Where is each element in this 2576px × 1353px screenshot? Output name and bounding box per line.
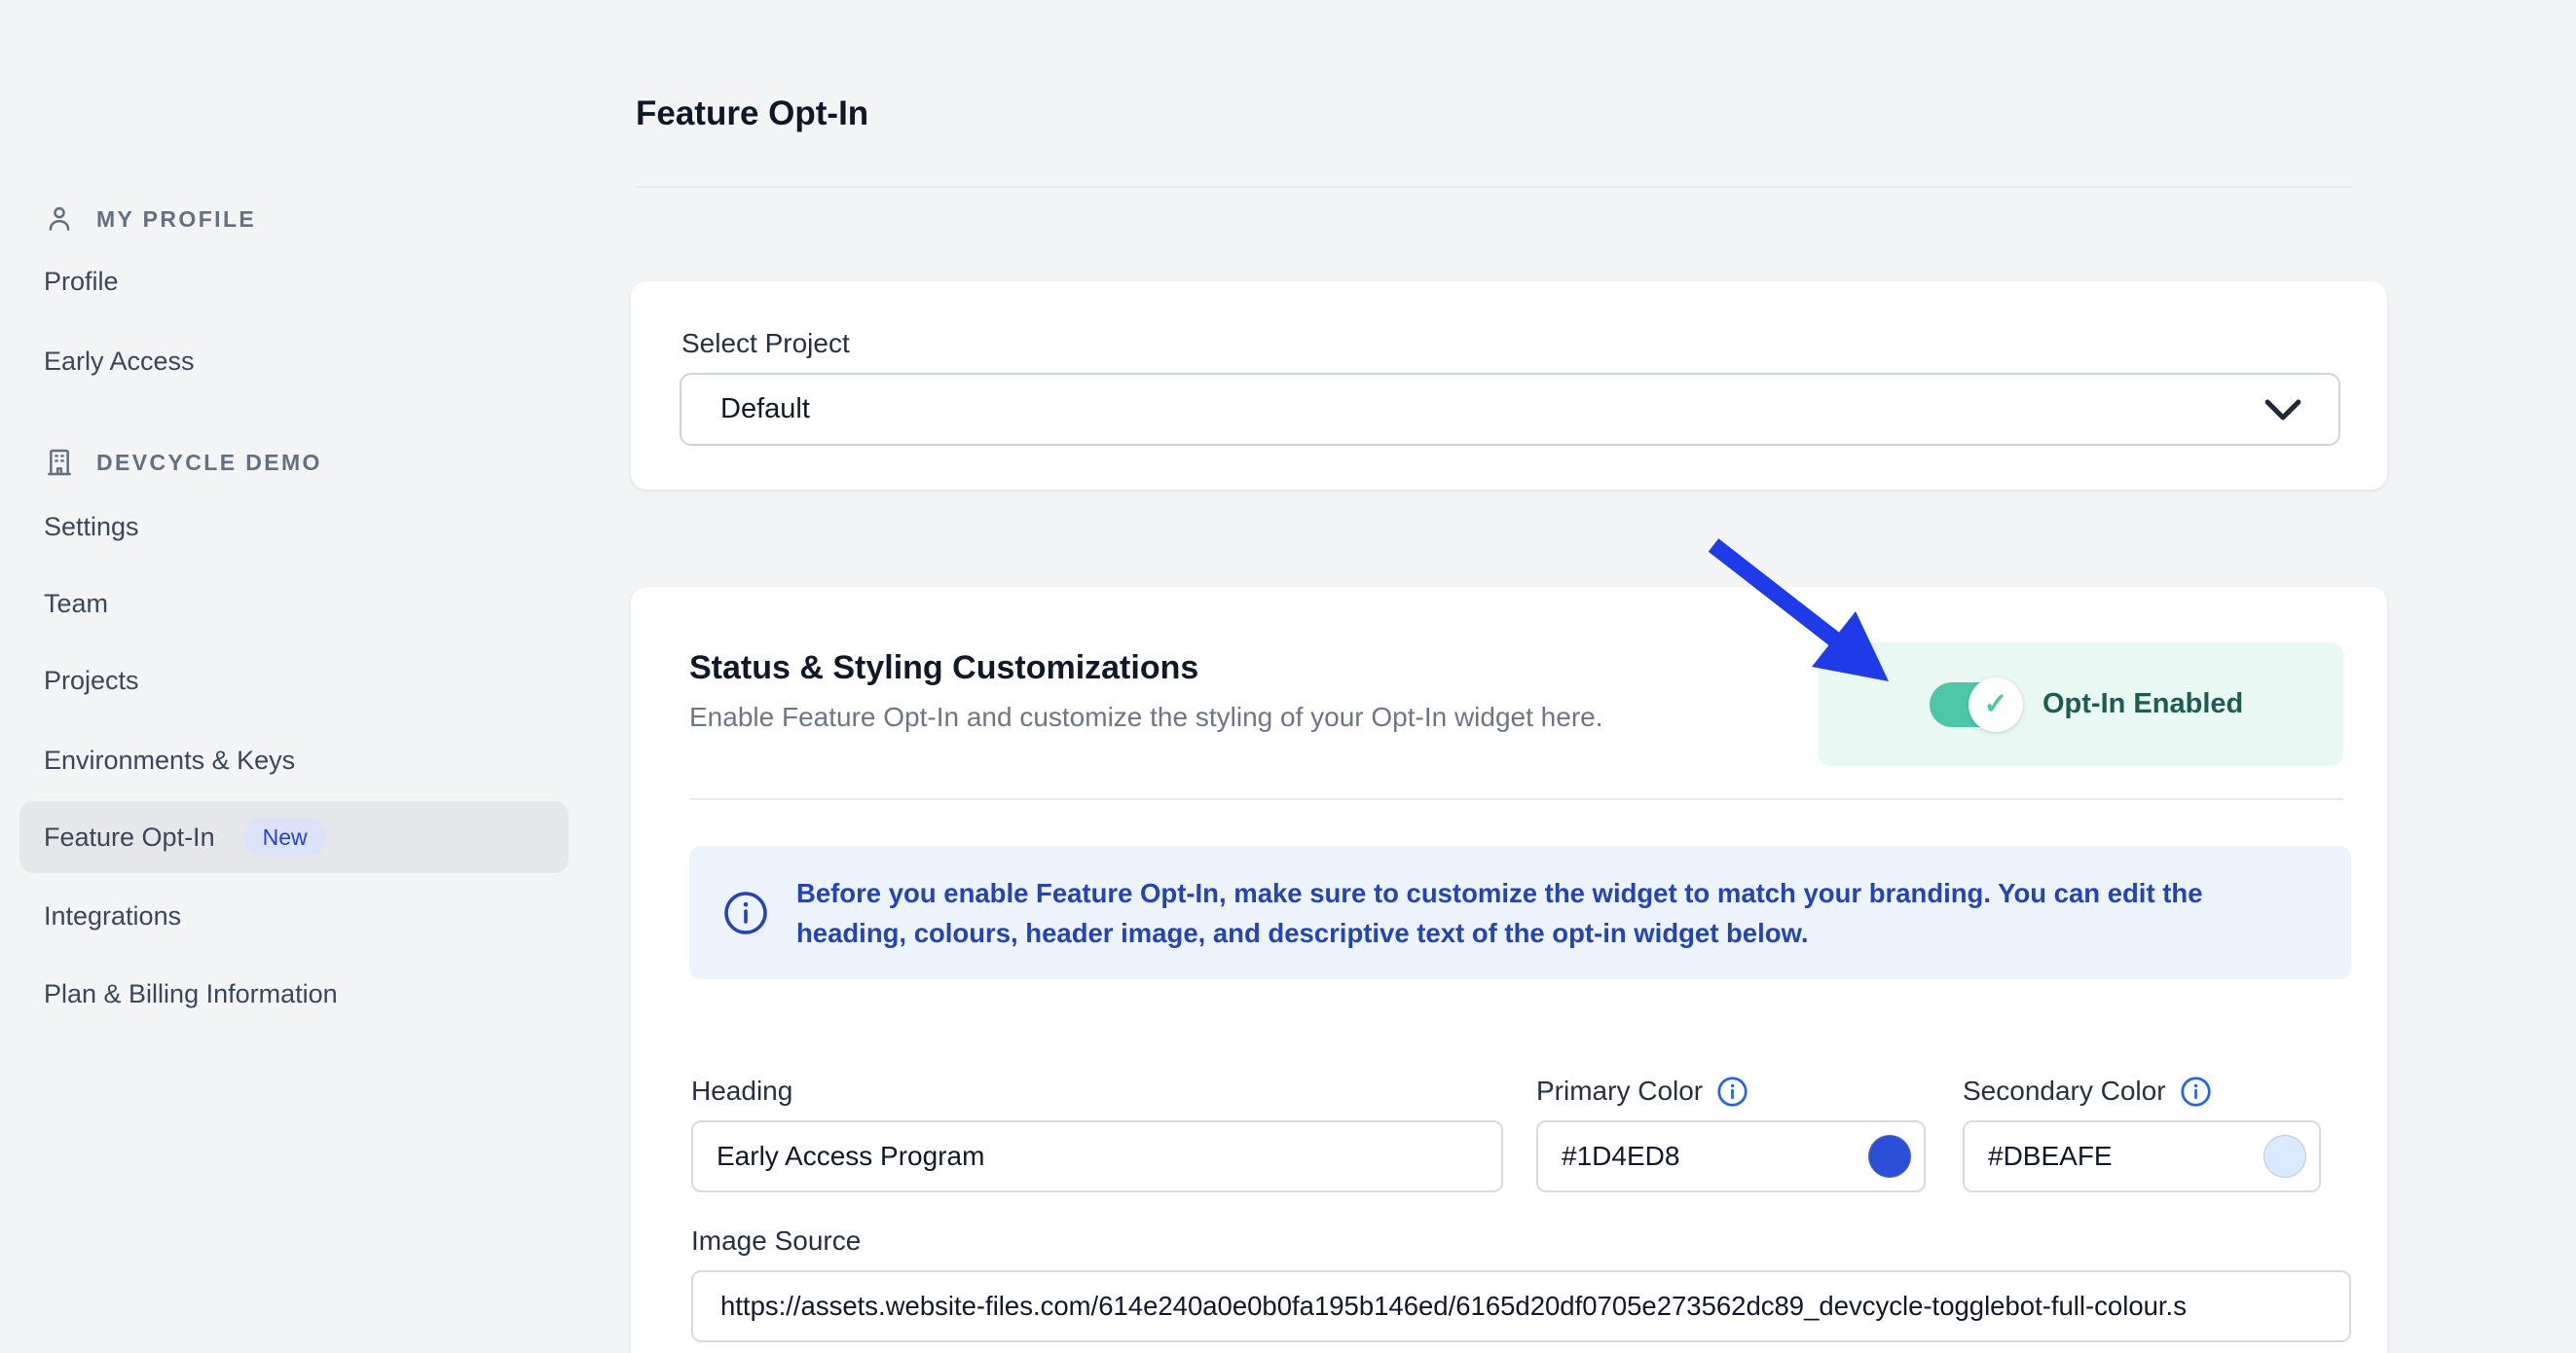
sidebar-item-integrations[interactable]: Integrations <box>19 880 569 952</box>
info-banner-text: Before you enable Feature Opt-In, make s… <box>796 873 2203 953</box>
sidebar-item-label: Settings <box>44 512 139 542</box>
page-title: Feature Opt-In <box>636 94 868 133</box>
sidebar-section-my-profile: MY PROFILE <box>19 183 569 255</box>
sidebar-item-label: Early Access <box>44 347 195 377</box>
status-section-title: Status & Styling Customizations <box>689 649 1198 687</box>
sidebar-item-plan-billing[interactable]: Plan & Billing Information <box>19 958 569 1030</box>
project-select[interactable]: Default <box>680 373 2340 446</box>
info-icon <box>722 890 769 936</box>
sidebar-item-early-access[interactable]: Early Access <box>19 325 569 397</box>
secondary-color-label: Secondary Color <box>1963 1076 2166 1107</box>
sidebar-item-label: Profile <box>44 267 119 297</box>
image-source-input[interactable] <box>691 1270 2351 1342</box>
secondary-color-field-group: Secondary Color <box>1963 1074 2321 1192</box>
sidebar-item-settings[interactable]: Settings <box>19 491 569 563</box>
primary-color-field-group: Primary Color <box>1536 1074 1926 1192</box>
sidebar-section-devcycle-demo: DEVCYCLE DEMO <box>19 426 569 498</box>
sidebar-item-label: Environments & Keys <box>44 746 295 776</box>
select-project-label: Select Project <box>681 328 850 359</box>
heading-input[interactable] <box>691 1120 1503 1192</box>
sidebar-section-label: DEVCYCLE DEMO <box>96 450 322 476</box>
person-icon <box>44 203 75 235</box>
chevron-down-icon <box>2264 398 2301 421</box>
opt-in-toggle[interactable]: ✓ <box>1930 682 2017 727</box>
sidebar-item-label: Projects <box>44 666 139 696</box>
info-icon[interactable] <box>2180 1076 2212 1108</box>
info-banner-line2: heading, colours, header image, and desc… <box>796 913 2203 953</box>
primary-color-label: Primary Color <box>1536 1076 1703 1107</box>
building-icon <box>44 447 75 478</box>
feature-opt-in-settings-page: MY PROFILE Profile Early Access DEVCYCLE… <box>0 0 2576 1353</box>
sidebar-item-feature-opt-in[interactable]: Feature Opt-In New <box>19 801 569 873</box>
status-section-subtitle: Enable Feature Opt-In and customize the … <box>689 702 1603 733</box>
sidebar-section-label: MY PROFILE <box>96 206 256 233</box>
title-divider <box>636 186 2352 188</box>
primary-color-input[interactable] <box>1536 1120 1926 1192</box>
opt-in-toggle-label: Opt-In Enabled <box>2042 688 2243 720</box>
image-source-field-group: Image Source <box>691 1224 2351 1342</box>
sidebar-item-label: Integrations <box>44 901 181 932</box>
heading-label: Heading <box>691 1076 792 1107</box>
section-divider <box>689 798 2343 800</box>
sidebar-item-projects[interactable]: Projects <box>19 644 569 716</box>
info-banner: Before you enable Feature Opt-In, make s… <box>689 846 2351 979</box>
sidebar-item-label: Feature Opt-In <box>44 823 215 853</box>
sidebar-item-profile[interactable]: Profile <box>19 245 569 317</box>
sidebar-item-team[interactable]: Team <box>19 567 569 640</box>
project-select-value: Default <box>720 393 2264 425</box>
status-styling-card: Status & Styling Customizations Enable F… <box>631 587 2387 1353</box>
heading-field-group: Heading <box>691 1074 1503 1192</box>
sidebar-item-environments-keys[interactable]: Environments & Keys <box>19 724 569 796</box>
sidebar: MY PROFILE Profile Early Access DEVCYCLE… <box>0 0 604 1353</box>
toggle-check-icon: ✓ <box>1969 677 2023 732</box>
secondary-color-swatch[interactable] <box>2263 1135 2306 1178</box>
primary-color-swatch[interactable] <box>1868 1135 1911 1178</box>
new-badge: New <box>244 818 326 857</box>
select-project-card: Select Project Default <box>631 281 2387 490</box>
sidebar-item-label: Team <box>44 589 108 619</box>
sidebar-item-label: Plan & Billing Information <box>44 979 338 1009</box>
info-banner-line1: Before you enable Feature Opt-In, make s… <box>796 873 2203 913</box>
opt-in-toggle-panel: ✓ Opt-In Enabled <box>1819 642 2343 766</box>
info-icon[interactable] <box>1716 1076 1748 1108</box>
image-source-label: Image Source <box>691 1225 861 1257</box>
